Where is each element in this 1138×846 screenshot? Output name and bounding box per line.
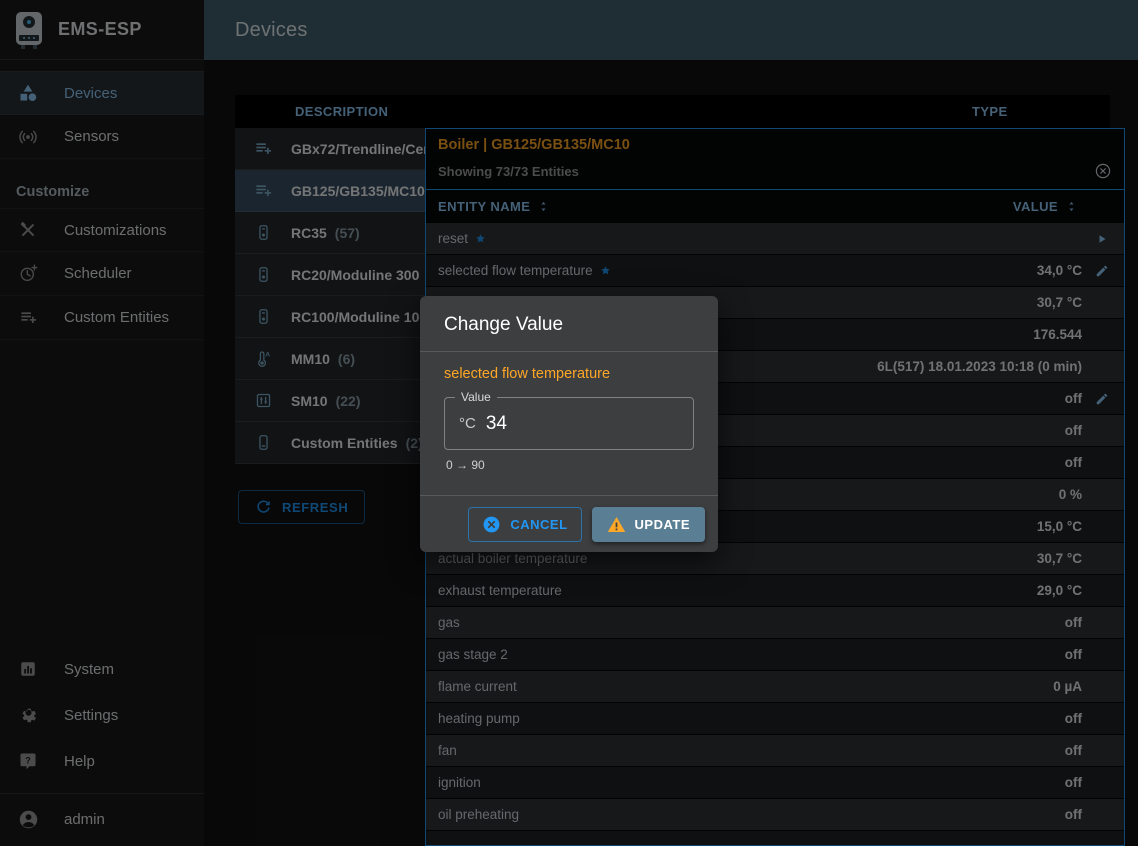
- cancel-icon: [482, 515, 501, 534]
- dialog-title: Change Value: [420, 296, 718, 352]
- dialog-actions: CANCEL UPDATE: [420, 495, 718, 552]
- ems-esp-app: EMS-ESP Devices Sensors Customize Custom…: [0, 0, 1138, 846]
- value-range-helper: 0 → 90: [446, 458, 694, 472]
- unit-adornment: °C: [459, 415, 476, 432]
- dialog-entity-label: selected flow temperature: [444, 366, 694, 382]
- cancel-button[interactable]: CANCEL: [468, 507, 581, 542]
- dialog-content: selected flow temperature Value °C 34 0 …: [420, 352, 718, 472]
- value-input-label: Value: [455, 390, 497, 404]
- value-input-text: 34: [486, 413, 507, 435]
- value-input[interactable]: Value °C 34: [444, 397, 694, 450]
- update-button[interactable]: UPDATE: [592, 507, 705, 542]
- change-value-dialog: Change Value selected flow temperature V…: [420, 296, 718, 552]
- warning-icon: [607, 515, 626, 534]
